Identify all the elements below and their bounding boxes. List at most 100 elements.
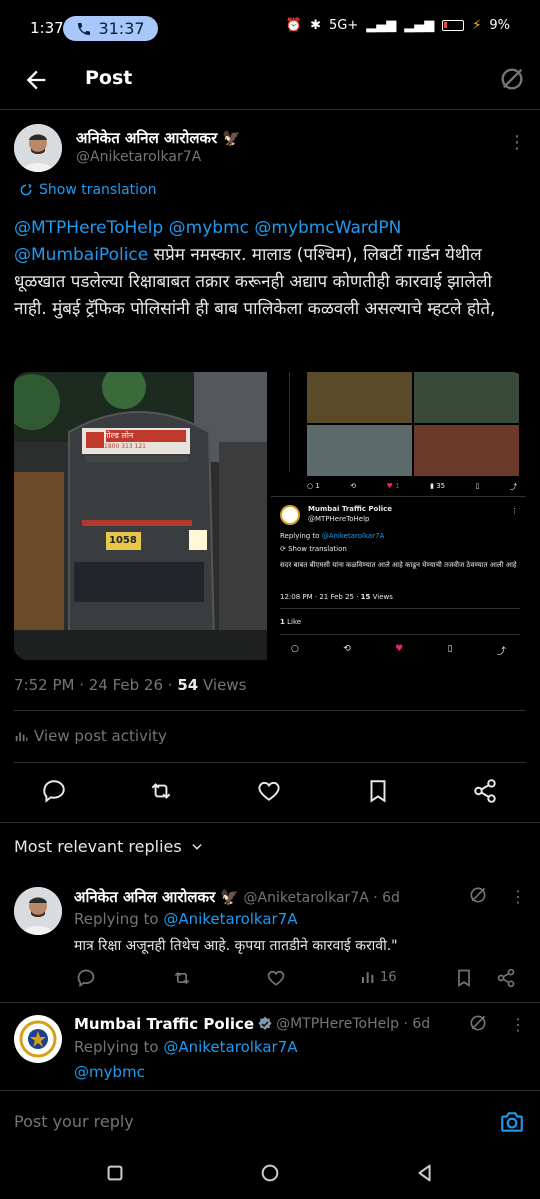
- mini-like-icon: ♥ 1: [386, 482, 400, 490]
- reply-item[interactable]: Mumbai Traffic Police @MTPHereToHelp · 6…: [0, 1003, 540, 1090]
- mini-comment-icon-2: ○: [291, 644, 299, 654]
- thumb-2: [414, 372, 519, 423]
- mini-share-icon-2: ⤴: [496, 647, 506, 657]
- back-icon[interactable]: [414, 1162, 436, 1184]
- post-image-screenshot[interactable]: ○ 1 ⟲ ♥ 1 ▮ 35 ▯ ⤴ Mumbai Traffic Police…: [271, 372, 526, 660]
- sign-text: गोल्ड लोन: [104, 431, 134, 440]
- mini-views: ▮ 35: [430, 482, 446, 490]
- reply-views-count: 16: [380, 969, 397, 985]
- reply-mention[interactable]: @Aniketarolkar7A: [163, 910, 297, 928]
- rickshaw-photo: [14, 372, 267, 660]
- translate-icon: [20, 183, 32, 196]
- reply-composer[interactable]: Post your reply: [0, 1090, 540, 1150]
- bluetooth-icon: ✱: [310, 18, 321, 33]
- reply-more-icon[interactable]: ⋮: [510, 887, 526, 906]
- reply-mention[interactable]: @Aniketarolkar7A: [163, 1038, 297, 1056]
- reply-text: मात्र रिक्षा अजूनही तिथेच आहे. कृपया तात…: [74, 938, 398, 954]
- post-action-bar: [0, 772, 540, 812]
- grok-icon[interactable]: [468, 1013, 488, 1033]
- post-mention-police[interactable]: @MumbaiPolice: [14, 245, 148, 265]
- screenshot-thumbnails: [307, 372, 519, 476]
- reply-author-meta: @MTPHereToHelp · 6d: [276, 1016, 431, 1032]
- more-options-icon[interactable]: ⋮: [508, 132, 526, 153]
- mini-replying: Replying to @Aniketarolkar7A: [280, 532, 385, 540]
- author-name[interactable]: अनिकेत अनिल आरोलकर 🦅: [76, 128, 241, 148]
- grok-icon[interactable]: [468, 885, 488, 905]
- mini-author-handle: @MTPHereToHelp: [308, 515, 370, 523]
- mini-likes: 1 Like: [280, 618, 302, 626]
- author-avatar[interactable]: [14, 124, 62, 172]
- reply-header: Mumbai Traffic Police @MTPHereToHelp · 6…: [74, 1015, 430, 1033]
- bookmark-icon[interactable]: [365, 778, 391, 804]
- thumb-1: [307, 372, 412, 423]
- battery-icon: [442, 20, 465, 31]
- mini-bookmark-icon-2: ▯: [447, 644, 453, 654]
- recents-icon[interactable]: [104, 1162, 126, 1184]
- mini-more-icon: ⋮: [511, 507, 518, 515]
- call-indicator[interactable]: 31:37: [63, 16, 158, 41]
- police-avatar[interactable]: [14, 1015, 62, 1063]
- view-post-activity-button[interactable]: View post activity: [14, 727, 167, 745]
- activity-icon: [15, 732, 28, 742]
- replies-sort-dropdown[interactable]: Most relevant replies: [14, 837, 204, 856]
- reply-avatar[interactable]: [14, 887, 62, 935]
- post-views-count: 54: [177, 676, 199, 694]
- phone-icon: [78, 22, 91, 35]
- signal-icon: ▂▄▆: [366, 18, 397, 33]
- mini-share-icon: ⤴: [509, 483, 517, 491]
- post-image-rickshaw[interactable]: गोल्ड लोन 1800 313 121 1058: [14, 372, 267, 660]
- reply-views[interactable]: 16: [360, 969, 397, 985]
- thumb-4: [414, 425, 519, 476]
- status-icons: ⏰ ✱ 5G+ ▂▄▆ ▂▄▆ ⚡ 9%: [286, 18, 510, 33]
- reply-icon[interactable]: [76, 968, 96, 988]
- divider: [0, 822, 540, 823]
- divider: [14, 762, 526, 763]
- post-mentions[interactable]: @MTPHereToHelp @mybmc @mybmcWardPN: [14, 218, 401, 238]
- home-icon[interactable]: [259, 1162, 281, 1184]
- mini-show-translation: ⟳ Show translation: [280, 545, 347, 553]
- share-icon[interactable]: [472, 778, 498, 804]
- mini-police-avatar: [280, 505, 300, 525]
- charging-icon: ⚡: [472, 18, 482, 33]
- status-time: 1:37: [30, 19, 64, 37]
- bookmark-icon[interactable]: [454, 968, 474, 988]
- divider: [14, 710, 526, 711]
- verified-badge-icon: [258, 1016, 272, 1030]
- like-icon[interactable]: [266, 968, 286, 988]
- reply-more-icon[interactable]: ⋮: [510, 1015, 526, 1034]
- reply-item[interactable]: अनिकेत अनिल आरोलकर 🦅 @Aniketarolkar7A · …: [0, 875, 540, 1003]
- reply-input[interactable]: Post your reply: [14, 1112, 134, 1131]
- camera-icon[interactable]: [498, 1109, 526, 1135]
- like-icon[interactable]: [256, 778, 282, 804]
- top-header: Post: [0, 58, 540, 110]
- replies-sort-label: Most relevant replies: [14, 837, 182, 856]
- reply-icon[interactable]: [41, 778, 67, 804]
- thumb-3: [307, 425, 412, 476]
- sign-phone: 1800 313 121: [104, 443, 146, 450]
- mini-like-icon-2: ♥: [395, 644, 404, 654]
- share-icon[interactable]: [496, 968, 516, 988]
- show-translation-button[interactable]: Show translation: [19, 182, 157, 198]
- views-icon: [362, 972, 374, 983]
- post-body: @MTPHereToHelp @mybmc @mybmcWardPN @Mumb…: [14, 215, 528, 323]
- screenshot-separator: [289, 372, 290, 472]
- plate-number: 1058: [109, 535, 137, 546]
- reply-author-name[interactable]: अनिकेत अनिल आरोलकर 🦅: [74, 888, 239, 906]
- mini-author-name: Mumbai Traffic Police: [308, 505, 393, 513]
- view-activity-label: View post activity: [34, 727, 167, 745]
- mini-bottom-actions: ○ ⟲ ♥ ▯ ⤴: [291, 644, 506, 657]
- reply-author-name[interactable]: Mumbai Traffic Police: [74, 1015, 254, 1033]
- screenshot-action-row: ○ 1 ⟲ ♥ 1 ▮ 35 ▯ ⤴: [307, 482, 517, 492]
- back-arrow-icon[interactable]: [22, 66, 50, 94]
- mini-divider-2: [280, 634, 520, 635]
- repost-icon[interactable]: [148, 778, 174, 804]
- grok-icon[interactable]: [498, 65, 526, 93]
- mini-divider-1: [280, 608, 520, 609]
- page-title: Post: [85, 67, 133, 89]
- reply-text-mention[interactable]: @mybmc: [74, 1063, 145, 1081]
- author-handle[interactable]: @Aniketarolkar7A: [76, 149, 201, 165]
- reply-replying-to: Replying to @Aniketarolkar7A: [74, 1038, 298, 1056]
- status-bar: 1:37 31:37 ⏰ ✱ 5G+ ▂▄▆ ▂▄▆ ⚡ 9%: [0, 0, 540, 58]
- repost-icon[interactable]: [172, 968, 192, 988]
- call-duration: 31:37: [98, 19, 145, 38]
